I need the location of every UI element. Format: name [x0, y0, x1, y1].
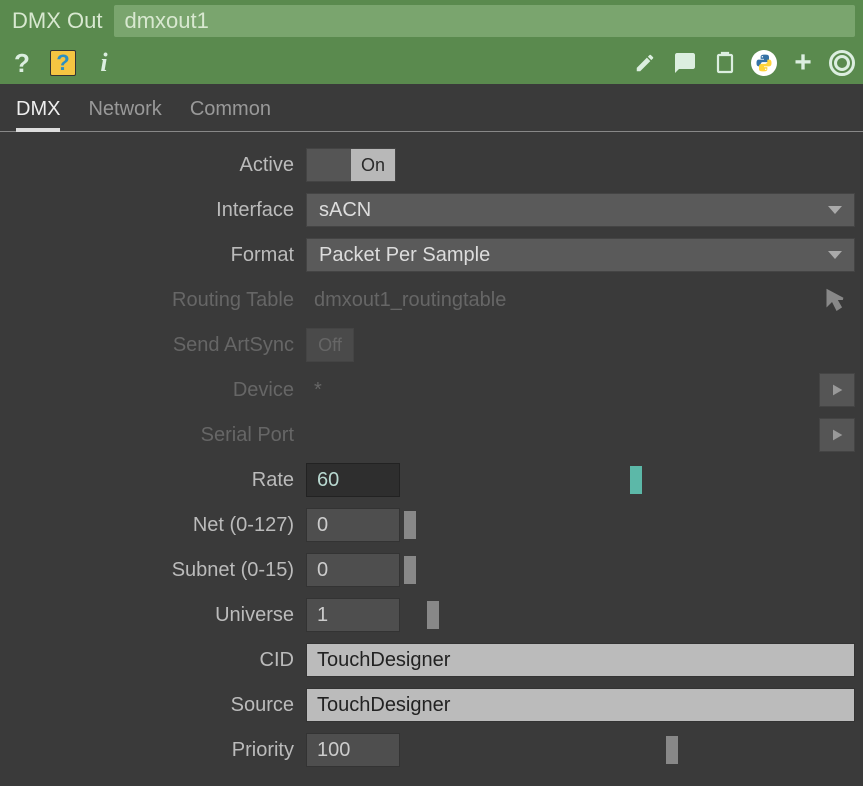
param-label: Net (0-127): [8, 514, 306, 537]
param-label: Device: [8, 379, 306, 402]
rate-input[interactable]: 60: [306, 463, 400, 497]
interface-dropdown[interactable]: sACN: [306, 193, 855, 227]
tab-network[interactable]: Network: [88, 98, 161, 131]
param-row-priority: Priority 100: [8, 731, 855, 769]
cid-input[interactable]: TouchDesigner: [306, 643, 855, 677]
param-row-subnet: Subnet (0-15) 0: [8, 551, 855, 589]
tab-common[interactable]: Common: [190, 98, 271, 131]
param-label: Active: [8, 154, 306, 177]
param-label: Interface: [8, 199, 306, 222]
serial-play-button[interactable]: [819, 418, 855, 452]
artsync-toggle: Off: [306, 328, 354, 362]
param-row-serial-port: Serial Port: [8, 416, 855, 454]
python-icon[interactable]: [751, 50, 777, 76]
tab-dmx[interactable]: DMX: [16, 98, 60, 131]
param-label: Serial Port: [8, 424, 306, 447]
param-label: Universe: [8, 604, 306, 627]
param-label: Rate: [8, 469, 306, 492]
format-dropdown[interactable]: Packet Per Sample: [306, 238, 855, 272]
param-row-rate: Rate 60: [8, 461, 855, 499]
plus-icon[interactable]: +: [789, 49, 817, 77]
subnet-input[interactable]: 0: [306, 553, 400, 587]
param-label: Send ArtSync: [8, 334, 306, 357]
priority-input[interactable]: 100: [306, 733, 400, 767]
selector-arrow-icon[interactable]: [819, 283, 855, 317]
param-row-routing-table: Routing Table dmxout1_routingtable: [8, 281, 855, 319]
device-play-button[interactable]: [819, 373, 855, 407]
subnet-slider[interactable]: [404, 553, 855, 587]
param-label: Priority: [8, 739, 306, 762]
param-row-cid: CID TouchDesigner: [8, 641, 855, 679]
universe-input[interactable]: 1: [306, 598, 400, 632]
toggle-on-label: On: [351, 149, 395, 181]
param-row-source: Source TouchDesigner: [8, 686, 855, 724]
source-input[interactable]: TouchDesigner: [306, 688, 855, 722]
toolbar: ? ? i +: [0, 42, 863, 84]
param-row-net: Net (0-127) 0: [8, 506, 855, 544]
param-label: Format: [8, 244, 306, 267]
param-row-active: Active On: [8, 146, 855, 184]
parameter-panel: Active On Interface sACN Format Packet P…: [0, 132, 863, 777]
wiki-help-icon[interactable]: ?: [50, 50, 76, 76]
param-row-artsync: Send ArtSync Off: [8, 326, 855, 364]
routing-table-value: dmxout1_routingtable: [306, 289, 815, 312]
operator-type-label: DMX Out: [8, 8, 114, 34]
param-label: Routing Table: [8, 289, 306, 312]
tab-bar: DMX Network Common: [0, 84, 863, 132]
net-input[interactable]: 0: [306, 508, 400, 542]
clipboard-icon[interactable]: [711, 49, 739, 77]
param-row-universe: Universe 1: [8, 596, 855, 634]
net-slider[interactable]: [404, 508, 855, 542]
edit-icon[interactable]: [631, 49, 659, 77]
device-value: *: [306, 379, 815, 402]
active-toggle[interactable]: On: [306, 148, 396, 182]
param-label: Source: [8, 694, 306, 717]
param-row-device: Device *: [8, 371, 855, 409]
target-icon[interactable]: [829, 50, 855, 76]
header-bar: DMX Out dmxout1: [0, 0, 863, 42]
param-row-format: Format Packet Per Sample: [8, 236, 855, 274]
comment-icon[interactable]: [671, 49, 699, 77]
universe-slider[interactable]: [404, 598, 855, 632]
info-icon[interactable]: i: [90, 49, 118, 77]
param-label: CID: [8, 649, 306, 672]
rate-slider[interactable]: [404, 463, 855, 497]
priority-slider[interactable]: [404, 733, 855, 767]
param-label: Subnet (0-15): [8, 559, 306, 582]
help-icon[interactable]: ?: [8, 49, 36, 77]
param-row-interface: Interface sACN: [8, 191, 855, 229]
operator-name-field[interactable]: dmxout1: [114, 5, 855, 37]
